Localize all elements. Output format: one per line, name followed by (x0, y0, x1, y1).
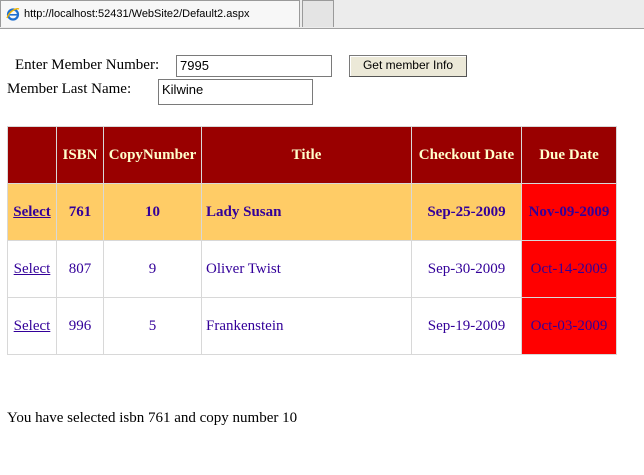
browser-tab-strip: http://localhost:52431/WebSite2/Default2… (0, 0, 644, 29)
checkout-cell: Sep-30-2009 (411, 240, 522, 298)
browser-tab-active[interactable]: http://localhost:52431/WebSite2/Default2… (0, 0, 300, 27)
due-date-cell: Nov-09-2009 (521, 183, 617, 241)
checkout-cell: Sep-19-2009 (411, 297, 522, 355)
last-name-input[interactable]: Kilwine (158, 79, 313, 105)
get-member-info-button[interactable]: Get member Info (349, 55, 467, 77)
select-cell: Select (7, 183, 57, 241)
select-link[interactable]: Select (13, 204, 50, 220)
select-link[interactable]: Select (14, 318, 51, 334)
isbn-cell: 761 (56, 183, 104, 241)
header-isbn: ISBN (56, 126, 104, 184)
header-checkout-date: Checkout Date (411, 126, 522, 184)
checkout-grid: ISBN CopyNumber Title Checkout Date Due … (7, 126, 617, 355)
title-cell: Lady Susan (201, 183, 412, 241)
header-copy-number: CopyNumber (103, 126, 202, 184)
due-date-cell: Oct-03-2009 (521, 297, 617, 355)
copy-cell: 10 (103, 183, 202, 241)
isbn-cell: 996 (56, 297, 104, 355)
ie-icon (6, 7, 20, 21)
table-row: Select 807 9 Oliver Twist Sep-30-2009 Oc… (7, 240, 617, 298)
table-row: Select 996 5 Frankenstein Sep-19-2009 Oc… (7, 297, 617, 355)
select-cell: Select (7, 240, 57, 298)
select-link[interactable]: Select (14, 261, 51, 277)
header-title: Title (201, 126, 412, 184)
title-cell: Frankenstein (201, 297, 412, 355)
copy-cell: 9 (103, 240, 202, 298)
member-number-input[interactable]: 7995 (176, 55, 332, 77)
tab-url: http://localhost:52431/WebSite2/Default2… (24, 8, 250, 20)
copy-cell: 5 (103, 297, 202, 355)
checkout-cell: Sep-25-2009 (411, 183, 522, 241)
new-tab-button[interactable] (302, 0, 334, 27)
select-cell: Select (7, 297, 57, 355)
grid-header-row: ISBN CopyNumber Title Checkout Date Due … (7, 126, 617, 184)
header-select (7, 126, 57, 184)
header-due-date: Due Date (521, 126, 617, 184)
table-row-selected: Select 761 10 Lady Susan Sep-25-2009 Nov… (7, 183, 617, 241)
selection-result-text: You have selected isbn 761 and copy numb… (7, 410, 298, 426)
last-name-label: Member Last Name: (7, 81, 132, 97)
isbn-cell: 807 (56, 240, 104, 298)
due-date-cell: Oct-14-2009 (521, 240, 617, 298)
title-cell: Oliver Twist (201, 240, 412, 298)
member-number-label: Enter Member Number: (15, 57, 160, 73)
